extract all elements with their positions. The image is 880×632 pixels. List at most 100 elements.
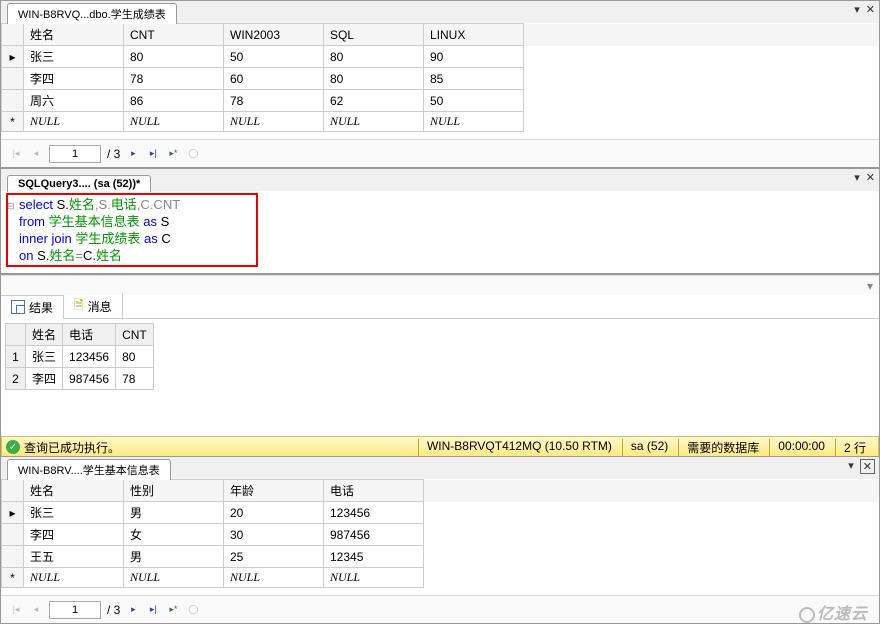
cell-null[interactable]: NULL bbox=[124, 112, 224, 132]
nav-first-icon[interactable]: |◂ bbox=[9, 147, 23, 161]
cell[interactable]: 987456 bbox=[63, 368, 116, 390]
cell[interactable]: 20 bbox=[224, 502, 324, 524]
col-name[interactable]: 姓名 bbox=[26, 324, 63, 346]
cell[interactable]: 987456 bbox=[324, 524, 424, 546]
student-info-table[interactable]: 姓名 性别 年龄 电话 ▸ 张三 男 20 123456 李四 女 30 987… bbox=[1, 479, 879, 588]
col-age[interactable]: 年龄 bbox=[224, 480, 324, 502]
table-row[interactable]: 1 张三 123456 80 bbox=[6, 346, 154, 368]
nav-last-icon[interactable]: ▸| bbox=[146, 603, 160, 617]
row-selector-icon[interactable]: ▸ bbox=[2, 502, 24, 524]
col-name[interactable]: 姓名 bbox=[24, 480, 124, 502]
col-sql[interactable]: SQL bbox=[324, 24, 424, 46]
cell[interactable]: 80 bbox=[116, 346, 154, 368]
results-table[interactable]: 姓名 电话 CNT 1 张三 123456 80 2 李四 987456 78 bbox=[5, 323, 154, 390]
cell-null[interactable]: NULL bbox=[424, 112, 524, 132]
nav-stop-icon[interactable]: ◯ bbox=[186, 603, 200, 617]
table-row[interactable]: ▸ 张三 男 20 123456 bbox=[2, 502, 879, 524]
dropdown-icon[interactable]: ▾ bbox=[854, 3, 860, 16]
close-icon[interactable]: ✕ bbox=[860, 459, 875, 474]
cell[interactable]: 50 bbox=[424, 90, 524, 112]
cell-null[interactable]: NULL bbox=[124, 568, 224, 588]
results-panel: ▾ 结果 🗎 消息 姓名 电话 CNT 1 张三 123456 80 bbox=[0, 274, 880, 456]
dropdown-icon[interactable]: ▾ bbox=[854, 171, 860, 184]
nav-first-icon[interactable]: |◂ bbox=[9, 603, 23, 617]
cell[interactable]: 张三 bbox=[24, 46, 124, 68]
nav-prev-icon[interactable]: ◂ bbox=[29, 603, 43, 617]
cell[interactable]: 80 bbox=[124, 46, 224, 68]
cell[interactable]: 78 bbox=[116, 368, 154, 390]
col-cnt[interactable]: CNT bbox=[116, 324, 154, 346]
tab-messages[interactable]: 🗎 消息 bbox=[64, 293, 123, 320]
cell[interactable]: 25 bbox=[224, 546, 324, 568]
col-linux[interactable]: LINUX bbox=[424, 24, 524, 46]
cell[interactable]: 123456 bbox=[324, 502, 424, 524]
cell[interactable]: 李四 bbox=[26, 368, 63, 390]
nav-next-icon[interactable]: ▸ bbox=[126, 603, 140, 617]
nav-new-icon[interactable]: ▸* bbox=[166, 147, 180, 161]
table-row[interactable]: 2 李四 987456 78 bbox=[6, 368, 154, 390]
cell[interactable]: 张三 bbox=[26, 346, 63, 368]
cell[interactable]: 62 bbox=[324, 90, 424, 112]
cell-null[interactable]: NULL bbox=[224, 112, 324, 132]
col-win2003[interactable]: WIN2003 bbox=[224, 24, 324, 46]
expand-icon[interactable]: ▾ bbox=[867, 279, 873, 293]
row-selector-icon[interactable]: ▸ bbox=[2, 46, 24, 68]
nav-new-icon[interactable]: ▸* bbox=[166, 603, 180, 617]
cell[interactable]: 李四 bbox=[24, 524, 124, 546]
cell[interactable]: 张三 bbox=[24, 502, 124, 524]
table-row[interactable]: 周六 86 78 62 50 bbox=[2, 90, 879, 112]
tab-sqlquery[interactable]: SQLQuery3.... (sa (52))* bbox=[7, 175, 151, 192]
cell[interactable]: 86 bbox=[124, 90, 224, 112]
nav-next-icon[interactable]: ▸ bbox=[126, 147, 140, 161]
collapse-icon[interactable]: ⊟ bbox=[7, 201, 17, 213]
cell[interactable]: 周六 bbox=[24, 90, 124, 112]
cell[interactable]: 男 bbox=[124, 502, 224, 524]
cell[interactable]: 85 bbox=[424, 68, 524, 90]
cell[interactable]: 78 bbox=[224, 90, 324, 112]
cell-null[interactable]: NULL bbox=[224, 568, 324, 588]
close-icon[interactable]: ✕ bbox=[866, 3, 875, 16]
status-bar: ✓ 查询已成功执行。 WIN-B8RVQT412MQ (10.50 RTM) s… bbox=[1, 436, 879, 458]
dropdown-icon[interactable]: ▾ bbox=[848, 459, 854, 474]
cell-null[interactable]: NULL bbox=[324, 568, 424, 588]
table-row[interactable]: 李四 女 30 987456 bbox=[2, 524, 879, 546]
table-row[interactable]: ▸ 张三 80 50 80 90 bbox=[2, 46, 879, 68]
cell[interactable]: 80 bbox=[324, 68, 424, 90]
cell[interactable]: 90 bbox=[424, 46, 524, 68]
sql-editor[interactable]: ⊟select S.姓名,S.电话,C.CNT from 学生基本信息表 as … bbox=[1, 191, 879, 271]
col-name[interactable]: 姓名 bbox=[24, 24, 124, 46]
cell[interactable]: 王五 bbox=[24, 546, 124, 568]
cell[interactable]: 男 bbox=[124, 546, 224, 568]
tab-studentinfo[interactable]: WIN-B8RV....学生基本信息表 bbox=[7, 459, 171, 480]
tab-results[interactable]: 结果 bbox=[1, 295, 64, 319]
tab-strip: WIN-B8RV....学生基本信息表 ▾ ✕ bbox=[1, 457, 879, 479]
cell[interactable]: 123456 bbox=[63, 346, 116, 368]
nav-prev-icon[interactable]: ◂ bbox=[29, 147, 43, 161]
nav-last-icon[interactable]: ▸| bbox=[146, 147, 160, 161]
cell[interactable]: 12345 bbox=[324, 546, 424, 568]
table-row[interactable]: 李四 78 60 80 85 bbox=[2, 68, 879, 90]
cell[interactable]: 50 bbox=[224, 46, 324, 68]
col-gender[interactable]: 性别 bbox=[124, 480, 224, 502]
col-phone[interactable]: 电话 bbox=[324, 480, 424, 502]
cell[interactable]: 李四 bbox=[24, 68, 124, 90]
cell-null[interactable]: NULL bbox=[24, 112, 124, 132]
nav-page-input[interactable] bbox=[49, 601, 101, 619]
cell-null[interactable]: NULL bbox=[324, 112, 424, 132]
cell[interactable]: 78 bbox=[124, 68, 224, 90]
tab-grades[interactable]: WIN-B8RVQ...dbo.学生成绩表 bbox=[7, 3, 177, 24]
nav-page-input[interactable] bbox=[49, 145, 101, 163]
cell[interactable]: 女 bbox=[124, 524, 224, 546]
col-cnt[interactable]: CNT bbox=[124, 24, 224, 46]
cell[interactable]: 60 bbox=[224, 68, 324, 90]
grades-table[interactable]: 姓名 CNT WIN2003 SQL LINUX ▸ 张三 80 50 80 9… bbox=[1, 23, 879, 132]
cell-null[interactable]: NULL bbox=[24, 568, 124, 588]
col-phone[interactable]: 电话 bbox=[63, 324, 116, 346]
cell[interactable]: 30 bbox=[224, 524, 324, 546]
table-row[interactable]: 王五 男 25 12345 bbox=[2, 546, 879, 568]
table-row-new[interactable]: * NULL NULL NULL NULL NULL bbox=[2, 112, 879, 132]
close-icon[interactable]: ✕ bbox=[866, 171, 875, 184]
table-row-new[interactable]: * NULL NULL NULL NULL bbox=[2, 568, 879, 588]
nav-stop-icon[interactable]: ◯ bbox=[186, 147, 200, 161]
cell[interactable]: 80 bbox=[324, 46, 424, 68]
